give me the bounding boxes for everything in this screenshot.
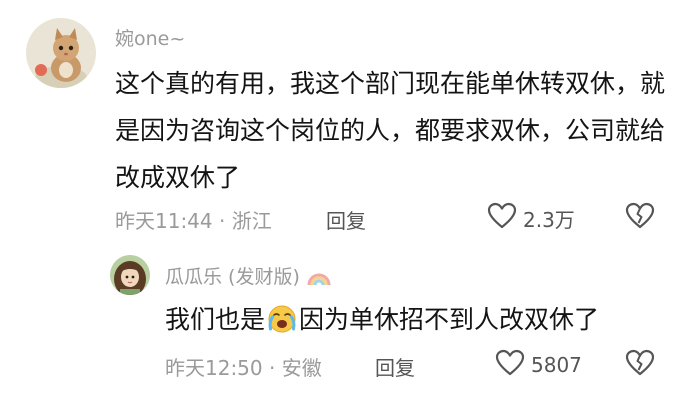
reply-username[interactable]: 瓜瓜乐 (发财版): [165, 266, 300, 288]
reply-like-count: 5807: [531, 353, 582, 377]
broken-heart-icon: [625, 202, 655, 234]
heart-outline-icon: [487, 202, 517, 234]
comment-dislike-button[interactable]: [625, 202, 655, 234]
reply-dislike-button[interactable]: [625, 349, 655, 381]
comment-username[interactable]: 婉one~: [115, 24, 185, 51]
heart-outline-icon: [495, 349, 525, 381]
kitten-avatar[interactable]: [26, 18, 96, 88]
comment-timestamp-location: 昨天11:44 · 浙江: [115, 209, 272, 233]
rainbow-icon: [306, 267, 332, 292]
reply-like-button[interactable]: 5807: [495, 349, 582, 381]
reply-text-before: 我们也是: [165, 305, 266, 334]
broken-heart-icon: [625, 349, 655, 381]
comment-like-button[interactable]: 2.3万: [487, 202, 575, 234]
comment-like-count: 2.3万: [523, 207, 575, 232]
comment-text: 这个真的有用，我这个部门现在能单休转双休，就是因为咨询这个岗位的人，都要求双休，…: [115, 69, 666, 192]
reply-timestamp-location: 昨天12:50 · 安徽: [165, 356, 322, 380]
comment-reply-button[interactable]: 回复: [326, 205, 366, 234]
girl-avatar[interactable]: [110, 255, 150, 295]
crying-face-icon: [266, 304, 298, 334]
reply-text: 我们也是 因为单休招不到人改双休了: [165, 300, 599, 340]
reply-text-after: 因为单休招不到人改双休了: [299, 305, 600, 334]
reply-username-row: 瓜瓜乐 (发财版): [165, 262, 332, 292]
reply-reply-button[interactable]: 回复: [375, 352, 415, 381]
